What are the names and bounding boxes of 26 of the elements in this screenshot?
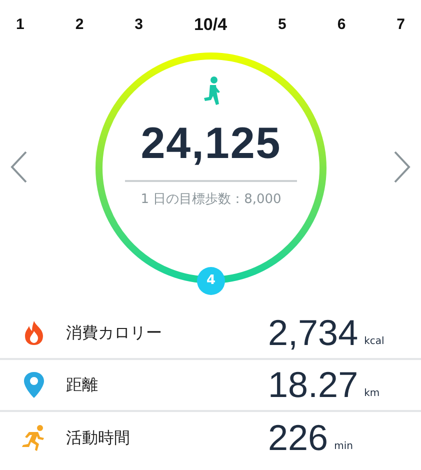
step-goal: 1 日の目標歩数：8,000 bbox=[140, 191, 282, 209]
previous-button[interactable] bbox=[10, 150, 28, 184]
stat-unit: min bbox=[334, 440, 353, 454]
flame-icon bbox=[23, 320, 45, 346]
stat-value: 226 bbox=[268, 420, 328, 456]
day-tab[interactable]: 10/4 bbox=[190, 10, 232, 40]
day-tab[interactable]: 2 bbox=[71, 12, 88, 38]
stat-unit: kcal bbox=[364, 335, 384, 349]
chevron-right-icon bbox=[393, 150, 411, 184]
stat-value: 18.27 bbox=[268, 367, 358, 403]
stat-unit: km bbox=[364, 387, 380, 401]
stat-label: 距離 bbox=[66, 374, 99, 396]
step-count: 24,125 bbox=[140, 122, 282, 166]
day-tab[interactable]: 5 bbox=[274, 12, 290, 38]
day-tab[interactable]: 7 bbox=[392, 12, 409, 38]
running-person-icon bbox=[21, 424, 47, 452]
stat-value: 2,734 bbox=[268, 315, 358, 351]
location-pin-icon bbox=[23, 371, 45, 399]
chevron-left-icon bbox=[10, 150, 28, 184]
stat-label: 活動時間 bbox=[66, 427, 131, 449]
day-tab[interactable]: 6 bbox=[333, 12, 350, 38]
day-tab[interactable]: 3 bbox=[130, 12, 147, 38]
count-badge: 4 bbox=[197, 267, 225, 295]
day-tab[interactable]: 1 bbox=[12, 12, 28, 38]
stat-label: 消費カロリー bbox=[66, 322, 163, 344]
next-button[interactable] bbox=[393, 150, 411, 184]
